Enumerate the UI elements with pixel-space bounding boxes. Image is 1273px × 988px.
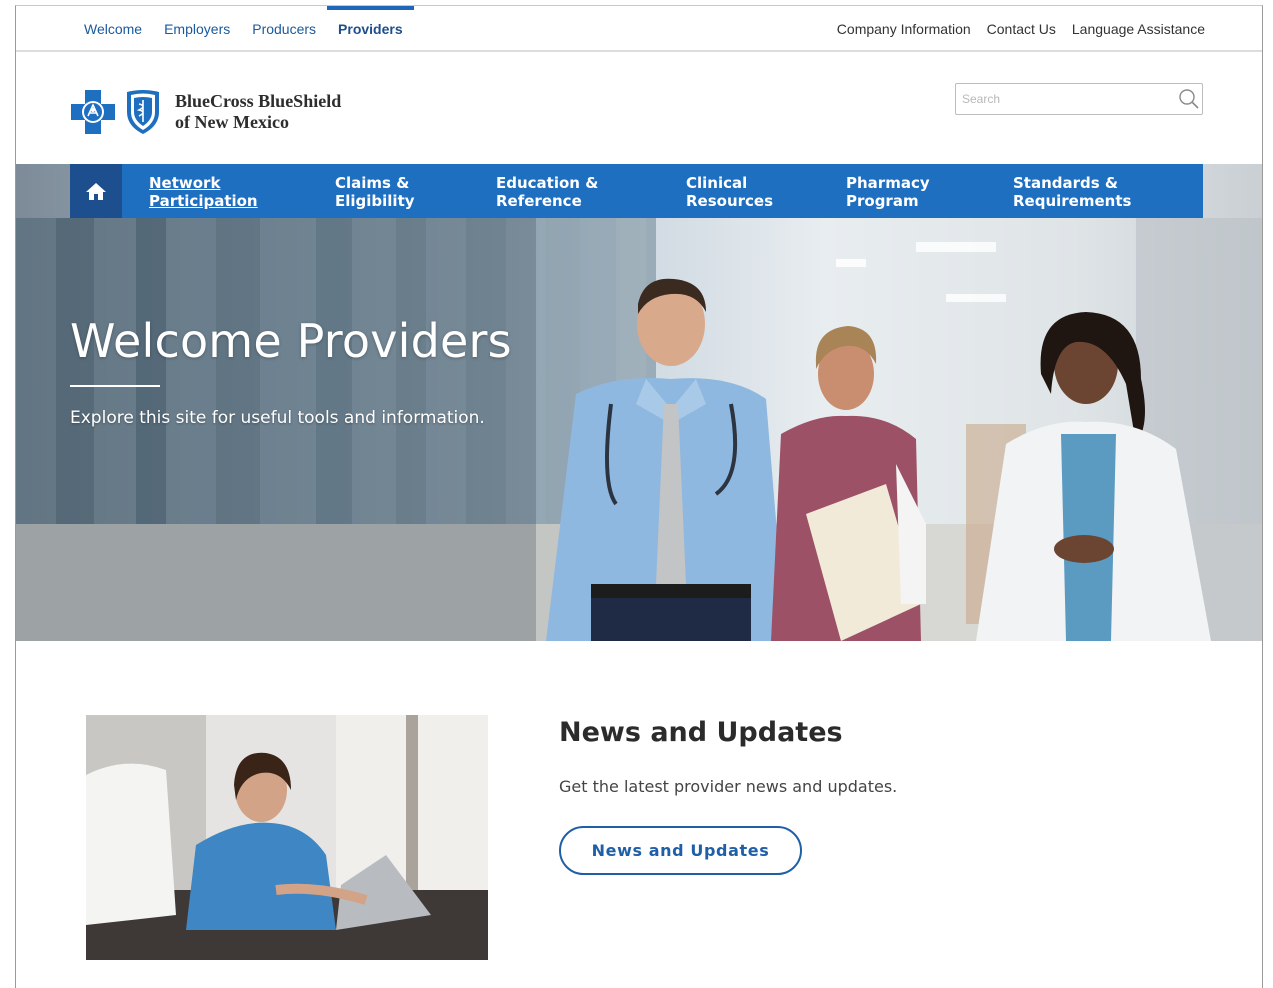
nav-label-line2: Program <box>846 192 919 210</box>
nav-label-line1: Standards & <box>1013 174 1118 192</box>
audience-tabs: Welcome Employers Producers Providers <box>73 6 414 52</box>
blue-cross-icon <box>71 90 115 134</box>
news-and-updates-button[interactable]: News and Updates <box>559 826 802 875</box>
nav-label-line2: Eligibility <box>335 192 415 210</box>
contact-us-link[interactable]: Contact Us <box>987 6 1056 52</box>
company-information-link[interactable]: Company Information <box>837 6 971 52</box>
brand-logo[interactable]: BlueCross BlueShield of New Mexico <box>69 88 341 136</box>
nav-label-line2: Participation <box>149 192 258 210</box>
nav-standards-requirements[interactable]: Standards & Requirements <box>1013 174 1131 210</box>
home-button[interactable] <box>70 164 122 218</box>
news-photo-nurse-laptop <box>86 715 488 960</box>
nav-label-line1: Claims & <box>335 174 410 192</box>
brand-name: BlueCross BlueShield of New Mexico <box>175 91 341 133</box>
search-box <box>955 83 1203 115</box>
nav-claims-eligibility[interactable]: Claims & Eligibility <box>335 174 415 210</box>
news-heading: News and Updates <box>559 717 843 748</box>
nav-education-reference[interactable]: Education & Reference <box>496 174 598 210</box>
nav-network-participation[interactable]: Network Participation <box>149 174 258 210</box>
news-description: Get the latest provider news and updates… <box>559 777 898 796</box>
hero-subtitle: Explore this site for useful tools and i… <box>70 408 485 428</box>
tab-employers[interactable]: Employers <box>153 6 241 52</box>
tab-producers[interactable]: Producers <box>241 6 327 52</box>
nav-label-line2: Resources <box>686 192 774 210</box>
tab-welcome[interactable]: Welcome <box>73 6 153 52</box>
brand-name-line2: of New Mexico <box>175 112 289 132</box>
hero-banner: Network Participation Claims & Eligibili… <box>16 164 1262 641</box>
brand-name-line1: BlueCross BlueShield <box>175 91 342 111</box>
nav-pharmacy-program[interactable]: Pharmacy Program <box>846 174 930 210</box>
nav-label-line1: Pharmacy <box>846 174 930 192</box>
nav-label-line1: Education & <box>496 174 599 192</box>
site-header: BlueCross BlueShield of New Mexico <box>16 52 1262 164</box>
search-input[interactable] <box>962 85 1174 113</box>
home-icon <box>86 183 106 200</box>
tab-providers[interactable]: Providers <box>327 6 414 52</box>
nav-label-line1: Clinical <box>686 174 748 192</box>
nav-clinical-resources[interactable]: Clinical Resources <box>686 174 773 210</box>
hero-title: Welcome Providers <box>70 314 512 368</box>
main-nav: Network Participation Claims & Eligibili… <box>70 164 1203 218</box>
language-assistance-link[interactable]: Language Assistance <box>1072 6 1205 52</box>
hero-photo-providers <box>16 218 1262 641</box>
nav-label-line2: Reference <box>496 192 582 210</box>
nav-label-line2: Requirements <box>1013 192 1132 210</box>
nurse-female <box>771 326 926 641</box>
utility-links: Company Information Contact Us Language … <box>837 6 1205 52</box>
nav-label-line1: Network <box>149 174 221 192</box>
utility-bar: Welcome Employers Producers Providers Co… <box>16 6 1262 52</box>
hero-divider <box>70 385 160 387</box>
search-icon[interactable] <box>1178 88 1200 110</box>
page-frame: Welcome Employers Producers Providers Co… <box>15 5 1263 988</box>
blue-shield-icon <box>127 90 159 134</box>
